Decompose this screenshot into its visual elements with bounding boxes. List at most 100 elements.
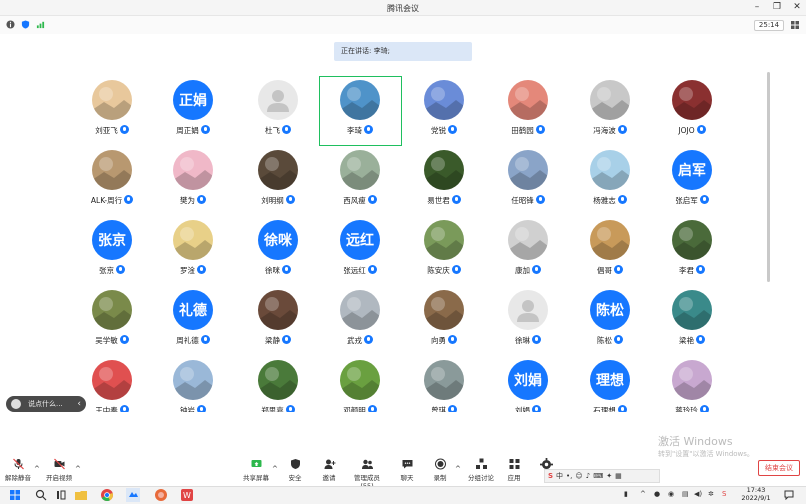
avatar	[424, 150, 464, 190]
collapse-chat-icon[interactable]: ‹	[77, 396, 81, 412]
participant-tile[interactable]: 梁艳	[652, 286, 732, 356]
avatar	[590, 80, 630, 120]
battery-icon[interactable]: ▮	[624, 490, 628, 498]
mic-status-icon	[197, 195, 206, 204]
participant-tile[interactable]: 倡哥	[570, 216, 650, 286]
participant-tile[interactable]: 罗淦	[153, 216, 233, 286]
avatar	[508, 80, 548, 120]
participant-tile[interactable]: 刘明纲	[238, 146, 318, 216]
participant-tile[interactable]: 启军 张启军	[652, 146, 732, 216]
ime-toolbar[interactable]: S 中 •, ☺ ♪ ⌨ ✦ ▦	[544, 469, 660, 483]
invite-button[interactable]: 邀请	[318, 458, 340, 482]
volume-icon[interactable]: ◀)	[694, 490, 702, 498]
participant-tile[interactable]: 易世君	[404, 146, 484, 216]
participant-tile[interactable]: 徐咪 徐咪	[238, 216, 318, 286]
avatar	[590, 220, 630, 260]
participant-tile[interactable]: 向勇	[404, 286, 484, 356]
share-screen-button[interactable]: 共享屏幕	[240, 458, 272, 482]
video-options-caret[interactable]: ^	[75, 465, 81, 473]
browser-app-icon[interactable]	[154, 488, 168, 502]
participant-tile[interactable]: 郑思嘉	[238, 356, 318, 412]
keyboard-icon[interactable]: ⌨	[593, 472, 603, 480]
apps-button[interactable]: 应用	[503, 458, 525, 482]
task-view-icon[interactable]	[54, 488, 68, 502]
grid-scrollbar[interactable]	[767, 72, 770, 282]
participant-tile[interactable]: 刘娟 刘娟	[488, 356, 568, 412]
participant-tile[interactable]: 康加	[488, 216, 568, 286]
mute-button[interactable]: 解除静音	[5, 458, 31, 482]
participant-name: 邓颜明	[320, 405, 400, 412]
share-options-caret[interactable]: ^	[272, 465, 278, 473]
record-options-caret[interactable]: ^	[455, 465, 461, 473]
mic-status-icon	[696, 265, 705, 274]
participant-tile[interactable]: 冯海波	[570, 76, 650, 146]
punctuation-icon[interactable]: •,	[566, 472, 572, 480]
participant-tile[interactable]: 远红 张远红	[320, 216, 400, 286]
participant-name: 李君	[652, 265, 732, 276]
mic-status-icon	[451, 195, 461, 204]
participant-name: 刘明纲	[238, 195, 318, 206]
participant-tile[interactable]: 钟岩	[153, 356, 233, 412]
network-icon[interactable]: ▤	[682, 490, 689, 498]
tray-settings-icon[interactable]: ✲	[708, 490, 714, 498]
participant-name: 杨雅志	[570, 195, 650, 206]
avatar	[258, 150, 298, 190]
file-explorer-icon[interactable]	[74, 488, 88, 502]
participant-tile[interactable]: 理想 石理想	[570, 356, 650, 412]
participant-tile[interactable]: 正娟 周正娟	[153, 76, 233, 146]
chat-input-bar[interactable]: 说点什么... ‹	[6, 396, 86, 412]
participant-tile[interactable]: 李君	[652, 216, 732, 286]
participant-tile[interactable]: 党锐	[404, 76, 484, 146]
participant-tile[interactable]: 刘亚飞	[72, 76, 152, 146]
participant-tile[interactable]: 蒋玲玲	[652, 356, 732, 412]
participant-tile[interactable]: 西风瘦	[320, 146, 400, 216]
tray-user-icon[interactable]: ◉	[668, 490, 674, 498]
participant-tile[interactable]: 吴学敏	[72, 286, 152, 356]
end-meeting-button[interactable]: 结束会议	[758, 460, 800, 476]
wps-icon[interactable]: W	[180, 488, 194, 502]
participant-tile[interactable]: 樊为	[153, 146, 233, 216]
participant-tile[interactable]: 邓颜明	[320, 356, 400, 412]
tray-mic-icon[interactable]: ●	[654, 490, 660, 498]
participant-tile[interactable]: ALK-周行	[72, 146, 152, 216]
chat-button[interactable]: 聊天	[396, 458, 418, 482]
mic-status-icon	[535, 125, 545, 134]
participant-tile[interactable]: 杜飞	[238, 76, 318, 146]
participant-tile[interactable]: 徐琳	[488, 286, 568, 356]
windows-start-icon[interactable]	[8, 488, 22, 502]
participant-tile[interactable]: 任昭锋	[488, 146, 568, 216]
participant-tile[interactable]: 礼德 周礼德	[153, 286, 233, 356]
mute-options-caret[interactable]: ^	[34, 465, 40, 473]
voice-icon[interactable]: ♪	[586, 472, 590, 480]
avatar: 张京	[92, 220, 132, 260]
participant-tile[interactable]: 杨雅志	[570, 146, 650, 216]
breakout-button[interactable]: 分组讨论	[466, 458, 496, 482]
emoji-icon[interactable]: ☺	[575, 472, 582, 480]
participant-tile[interactable]: 陈安庆	[404, 216, 484, 286]
notification-icon[interactable]	[784, 490, 794, 500]
record-button[interactable]: 录制	[429, 458, 451, 482]
participant-tile[interactable]: 武戎	[320, 286, 400, 356]
participant-tile[interactable]: 曾琪	[404, 356, 484, 412]
participant-tile[interactable]: JOJO	[652, 76, 732, 146]
participant-name: 杜飞	[238, 125, 318, 136]
participant-tile[interactable]: 田鹤园	[488, 76, 568, 146]
avatar	[92, 360, 132, 400]
active-speaker-highlight	[319, 76, 402, 146]
camera-off-icon	[53, 458, 65, 470]
participant-tile[interactable]: 陈松 陈松	[570, 286, 650, 356]
tray-sogou-icon[interactable]: S	[722, 490, 726, 498]
participant-tile[interactable]: 张京 张京	[72, 216, 152, 286]
security-button[interactable]: 安全	[284, 458, 306, 482]
skin-icon[interactable]: ✦	[606, 472, 612, 480]
toolbox-icon[interactable]: ▦	[615, 472, 622, 480]
chrome-icon[interactable]	[100, 488, 114, 502]
tray-expand-icon[interactable]: ^	[640, 490, 646, 498]
taskbar-clock[interactable]: 17:43 2022/9/1	[736, 486, 776, 502]
participant-tile[interactable]: 梁静	[238, 286, 318, 356]
search-icon[interactable]	[34, 488, 48, 502]
video-button[interactable]: 开启视频	[45, 458, 73, 482]
tencent-meeting-taskbar-icon[interactable]	[126, 488, 140, 502]
ime-lang[interactable]: 中	[556, 471, 563, 481]
participant-name: 刘亚飞	[72, 125, 152, 136]
